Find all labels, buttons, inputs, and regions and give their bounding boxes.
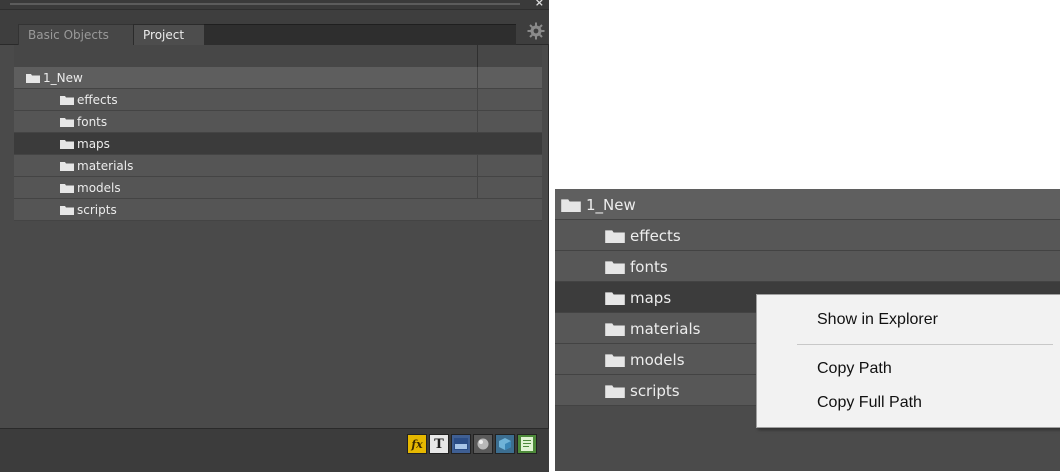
tree-item-label: effects: [77, 93, 118, 107]
tree-item-effects[interactable]: effects: [14, 89, 542, 111]
panel-title-strip[interactable]: [0, 0, 549, 10]
folder-icon: [60, 184, 74, 193]
tab-basic-objects[interactable]: Basic Objects: [18, 24, 140, 45]
bottom-toolbar: fx T: [0, 428, 549, 472]
folder-icon: [561, 198, 581, 212]
context-menu: Show in Explorer Copy Path Copy Full Pat…: [756, 294, 1060, 428]
close-icon[interactable]: ×: [535, 0, 544, 9]
menu-separator: [797, 344, 1053, 345]
tab-project[interactable]: Project: [133, 24, 209, 45]
folder-icon: [26, 74, 40, 83]
tree-item-root[interactable]: 1_New: [555, 189, 1060, 220]
fx-label: fx: [411, 437, 423, 451]
tree-item-label: materials: [630, 319, 701, 338]
text-label: T: [434, 436, 444, 452]
menu-item-copy-full-path[interactable]: Copy Full Path: [817, 389, 1057, 417]
tree-item-label: fonts: [630, 257, 668, 276]
tree-item-label: fonts: [77, 115, 108, 129]
folder-icon: [60, 96, 74, 105]
column-separator[interactable]: [477, 45, 478, 67]
menu-item-copy-path[interactable]: Copy Path: [817, 355, 1057, 383]
tree-item-models[interactable]: models: [14, 177, 542, 199]
tree-item-label: materials: [77, 159, 134, 173]
tree-item-materials[interactable]: materials: [14, 155, 542, 177]
fx-icon[interactable]: fx: [407, 434, 427, 454]
tree-item-label: models: [77, 181, 121, 195]
folder-icon: [60, 118, 74, 127]
gear-icon[interactable]: [527, 22, 545, 40]
tree-item-scripts[interactable]: scripts: [14, 199, 542, 221]
sphere-icon[interactable]: [473, 434, 493, 454]
tree-item-label: maps: [77, 137, 110, 151]
tree-item-label: scripts: [630, 381, 680, 400]
folder-icon: [605, 260, 625, 274]
folder-icon: [605, 322, 625, 336]
folder-icon: [60, 206, 74, 215]
tab-bar-empty-area: [204, 24, 516, 45]
folder-icon: [605, 353, 625, 367]
folder-icon: [605, 229, 625, 243]
tree-item-maps[interactable]: maps: [14, 133, 542, 155]
folder-icon: [605, 384, 625, 398]
tree-item-root[interactable]: 1_New: [14, 67, 542, 89]
tree-item-label: 1_New: [586, 195, 636, 214]
tree-item-fonts[interactable]: fonts: [555, 251, 1060, 282]
project-tree: 1_New effects fonts maps materials model…: [14, 67, 542, 221]
image-icon[interactable]: [451, 434, 471, 454]
menu-item-show-in-explorer[interactable]: Show in Explorer: [817, 306, 1057, 334]
tree-item-label: models: [630, 350, 685, 369]
tab-bar: Basic Objects Project: [0, 10, 549, 45]
tree-item-label: maps: [630, 288, 672, 307]
tree-item-label: effects: [630, 226, 681, 245]
cube-icon[interactable]: [495, 434, 515, 454]
tree-item-effects[interactable]: effects: [555, 220, 1060, 251]
project-panel: × Basic Objects Project 1_New effects fo…: [0, 0, 549, 472]
folder-icon: [60, 140, 74, 149]
tree-item-label: 1_New: [43, 71, 83, 85]
column-header[interactable]: [14, 45, 542, 68]
text-icon[interactable]: T: [429, 434, 449, 454]
folder-icon: [605, 291, 625, 305]
tree-item-fonts[interactable]: fonts: [14, 111, 542, 133]
tree-item-label: scripts: [77, 203, 117, 217]
panel-drag-grip[interactable]: [10, 3, 520, 5]
script-icon[interactable]: [517, 434, 537, 454]
folder-icon: [60, 162, 74, 171]
